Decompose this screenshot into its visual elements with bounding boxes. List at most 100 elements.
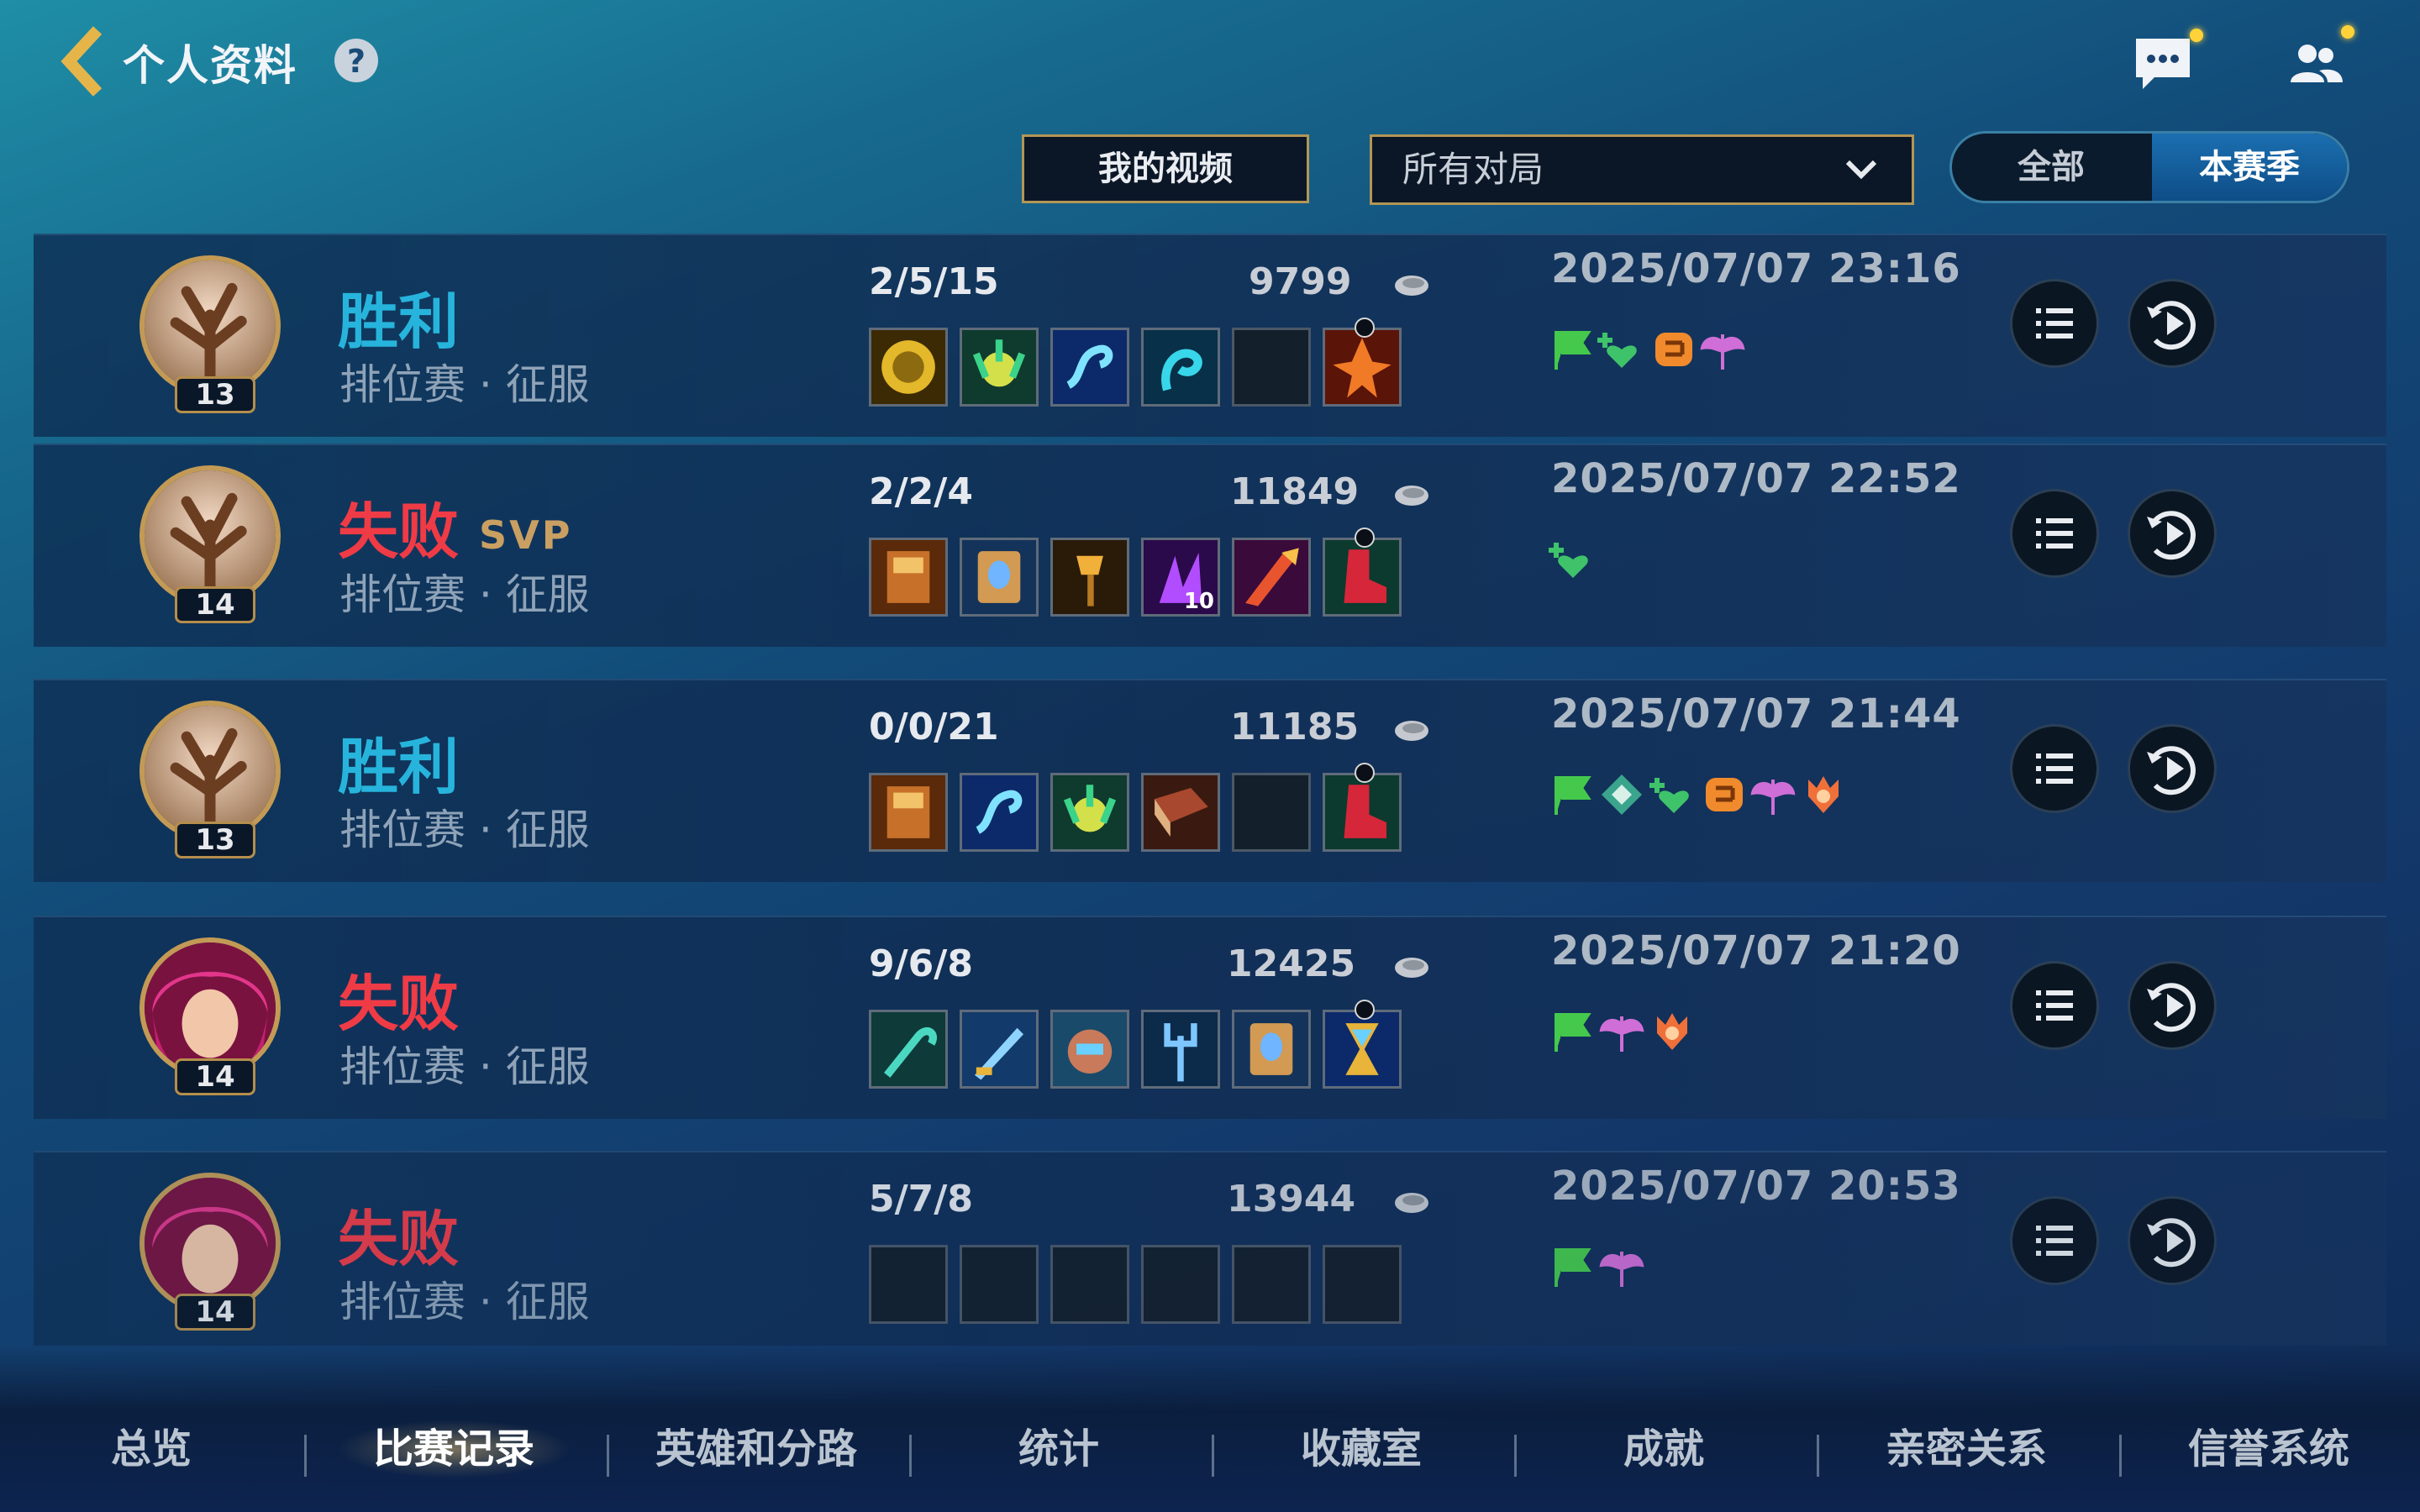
match-row[interactable]: 13 胜利 排位赛 · 征服 2/5/15 9799 2025/07/07 23… <box>34 234 2386 437</box>
item-slot[interactable] <box>1232 1010 1311 1089</box>
trinket-slot-empty[interactable] <box>1323 1245 1402 1324</box>
champion-avatar <box>139 937 281 1079</box>
item-slot[interactable] <box>1050 773 1129 852</box>
item-hourglass-icon <box>1325 1012 1399 1086</box>
season-scope-toggle[interactable]: 全部 本赛季 <box>1949 131 2349 203</box>
replay-button[interactable] <box>2128 279 2217 368</box>
item-slot-empty[interactable] <box>960 1245 1039 1324</box>
tab-honor-system[interactable]: 信誉系统 <box>2151 1411 2386 1487</box>
item-slot[interactable] <box>869 328 948 407</box>
tab-divider <box>1817 1435 1819 1477</box>
replay-icon <box>2147 1218 2196 1268</box>
heal-heart-badge-icon <box>1649 778 1689 813</box>
back-button[interactable] <box>59 24 109 99</box>
item-rune-tablet-icon <box>962 540 1036 614</box>
tab-divider <box>909 1435 912 1477</box>
flag-badge-icon <box>1555 1013 1591 1052</box>
item-slot[interactable] <box>960 328 1039 407</box>
item-slot-empty[interactable] <box>869 1245 948 1324</box>
item-fire-boots-icon <box>1325 330 1399 404</box>
match-row[interactable]: 13 胜利 排位赛 · 征服 0/0/21 11185 2025/07/07 2… <box>34 679 2386 882</box>
item-slot-empty[interactable] <box>1141 1245 1220 1324</box>
friends-notification-dot <box>2341 25 2354 39</box>
list-icon <box>2036 990 2073 1021</box>
champion-portrait-tree <box>145 260 276 391</box>
details-button[interactable] <box>2010 489 2099 578</box>
item-slot[interactable] <box>1141 773 1220 852</box>
match-mode: 排位赛 · 征服 <box>339 806 590 854</box>
item-slot[interactable] <box>960 773 1039 852</box>
gold-coin-icon <box>1395 958 1428 978</box>
match-type-dropdown[interactable]: 所有对局 <box>1370 134 1914 205</box>
kda: 2/2/4 <box>869 470 973 513</box>
tab-achievements[interactable]: 成就 <box>1563 1411 1765 1487</box>
item-crimson-spear-icon <box>1234 540 1308 614</box>
match-datetime: 2025/07/07 23:16 <box>1551 245 1961 292</box>
item-slot[interactable] <box>1050 328 1129 407</box>
tab-heroes-and-lanes[interactable]: 英雄和分路 <box>622 1411 891 1487</box>
tab-stats[interactable]: 统计 <box>958 1411 1160 1487</box>
champion-avatar <box>139 1173 281 1314</box>
details-button[interactable] <box>2010 961 2099 1050</box>
scope-all-tab[interactable]: 全部 <box>1952 134 2150 201</box>
item-slot-empty[interactable] <box>1232 1245 1311 1324</box>
replay-button[interactable] <box>2128 1196 2217 1285</box>
help-icon[interactable]: ? <box>334 39 378 82</box>
item-slot[interactable] <box>960 1010 1039 1089</box>
item-slot[interactable] <box>1050 538 1129 617</box>
list-icon <box>2036 308 2073 339</box>
tab-overview[interactable]: 总览 <box>50 1411 252 1487</box>
gold-amount: 13944 <box>1227 1178 1356 1221</box>
trinket-slot[interactable] <box>1323 328 1402 407</box>
tab-divider <box>607 1435 609 1477</box>
item-slot[interactable]: 10 <box>1141 538 1220 617</box>
tab-relationships[interactable]: 亲密关系 <box>1849 1411 2084 1487</box>
item-slot[interactable] <box>1232 538 1311 617</box>
match-datetime: 2025/07/07 21:44 <box>1551 690 1961 738</box>
replay-button[interactable] <box>2128 961 2217 1050</box>
match-mode: 排位赛 · 征服 <box>339 570 590 619</box>
item-slot[interactable] <box>869 773 948 852</box>
details-button[interactable] <box>2010 724 2099 813</box>
item-slot-empty[interactable] <box>1232 328 1311 407</box>
gold-amount: 12425 <box>1227 942 1356 985</box>
my-videos-button[interactable]: 我的视频 <box>1022 134 1309 203</box>
item-slot[interactable] <box>1141 328 1220 407</box>
match-row[interactable]: 14 失败 SVP 排位赛 · 征服 2/2/4 11849 10 2025/0… <box>34 444 2386 647</box>
item-red-boots-icon <box>1325 775 1399 849</box>
item-slot[interactable] <box>869 1010 948 1089</box>
tab-divider <box>304 1435 307 1477</box>
match-mode: 排位赛 · 征服 <box>339 1278 590 1326</box>
bottom-tab-bar: 总览 比赛记录 英雄和分路 统计 收藏室 成就 亲密关系 信誉系统 <box>0 1411 2420 1487</box>
match-row[interactable]: 14 失败 排位赛 · 征服 5/7/8 13944 2025/07/07 20… <box>34 1151 2386 1346</box>
item-slot[interactable] <box>960 538 1039 617</box>
trinket-slot[interactable] <box>1323 538 1402 617</box>
item-jade-scythe-icon <box>871 1012 945 1086</box>
details-button[interactable] <box>2010 279 2099 368</box>
details-button[interactable] <box>2010 1196 2099 1285</box>
chevron-left-icon <box>60 26 103 97</box>
flag-badge-icon <box>1555 331 1591 370</box>
replay-button[interactable] <box>2128 489 2217 578</box>
replay-button[interactable] <box>2128 724 2217 813</box>
item-teal-spirit-icon <box>1144 330 1218 404</box>
champion-portrait-tree <box>145 470 276 601</box>
kda: 0/0/21 <box>869 706 999 748</box>
match-row[interactable]: 14 失败 排位赛 · 征服 9/6/8 12425 2025/07/07 21… <box>34 916 2386 1119</box>
item-slot-empty[interactable] <box>1050 1245 1129 1324</box>
item-slot[interactable] <box>869 538 948 617</box>
item-slot-empty[interactable] <box>1232 773 1311 852</box>
scope-season-tab[interactable]: 本赛季 <box>2152 134 2347 201</box>
item-slot[interactable] <box>1141 1010 1220 1089</box>
chat-button[interactable] <box>2129 30 2196 97</box>
item-bronze-tome-icon <box>871 540 945 614</box>
heal-heart-badge-icon <box>1597 333 1637 368</box>
trinket-slot[interactable] <box>1323 773 1402 852</box>
tab-match-history[interactable]: 比赛记录 <box>336 1411 571 1487</box>
tab-collection[interactable]: 收藏室 <box>1260 1411 1462 1487</box>
item-green-crown-icon <box>962 330 1036 404</box>
friends-button[interactable] <box>2282 30 2349 97</box>
trinket-slot[interactable] <box>1323 1010 1402 1089</box>
list-icon <box>2036 753 2073 784</box>
item-slot[interactable] <box>1050 1010 1129 1089</box>
